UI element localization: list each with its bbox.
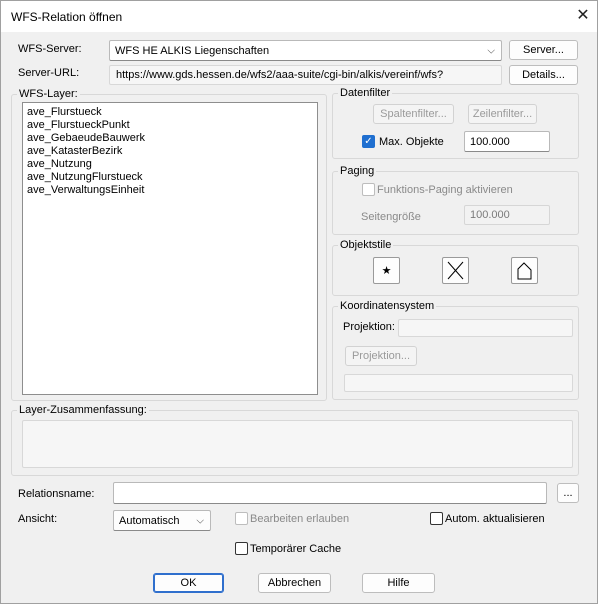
layer-zusammenfassung-label: Layer-Zusammenfassung: [17, 404, 149, 416]
hilfe-button[interactable]: Hilfe [362, 573, 435, 593]
projektion-field[interactable] [398, 319, 573, 337]
star-icon: ★ [381, 265, 392, 277]
wfs-server-value: WFS HE ALKIS Liegenschaften [115, 44, 270, 57]
list-item[interactable]: ave_Nutzung [27, 158, 92, 171]
list-item[interactable]: ave_GebaeudeBauwerk [27, 132, 145, 145]
seitengroesse-label: Seitengröße [361, 211, 421, 223]
spaltenfilter-button[interactable]: Spaltenfilter... [373, 104, 454, 124]
polygon-style-button[interactable] [511, 257, 538, 284]
projektion-detail-field[interactable] [344, 374, 573, 392]
ansicht-select[interactable]: Automatisch ⌵ [113, 510, 211, 531]
max-objekte-value: 100.000 [470, 135, 510, 148]
projektion-button[interactable]: Projektion... [345, 346, 417, 366]
autom-aktualisieren-label: Autom. aktualisieren [445, 513, 545, 525]
server-url-value: https://www.gds.hessen.de/wfs2/aaa-suite… [116, 69, 444, 81]
max-objekte-checkbox[interactable]: ✓ [362, 135, 375, 148]
funktions-paging-checkbox[interactable] [362, 183, 375, 196]
temporaerer-cache-checkbox[interactable] [235, 542, 248, 555]
seitengroesse-value: 100.000 [470, 209, 510, 221]
relationsname-input[interactable] [113, 482, 547, 504]
list-item[interactable]: ave_FlurstueckPunkt [27, 119, 130, 132]
line-style-button[interactable] [442, 257, 469, 284]
bearbeiten-checkbox[interactable] [235, 512, 248, 525]
wfs-server-select[interactable]: WFS HE ALKIS Liegenschaften ⌵ [109, 40, 502, 61]
house-icon [517, 262, 532, 280]
chevron-down-icon: ⌵ [196, 515, 204, 526]
ok-button[interactable]: OK [153, 573, 224, 593]
browse-button[interactable]: ... [557, 483, 579, 503]
bearbeiten-label: Bearbeiten erlauben [250, 513, 350, 525]
max-objekte-field[interactable]: 100.000 [464, 131, 550, 152]
window-title: WFS-Relation öffnen [11, 10, 123, 24]
koordinatensystem-title: Koordinatensystem [338, 300, 437, 312]
ansicht-value: Automatisch [119, 514, 180, 527]
wfs-layer-list[interactable]: ave_Flurstueck ave_FlurstueckPunkt ave_G… [22, 102, 318, 395]
list-item[interactable]: ave_KatasterBezirk [27, 145, 122, 158]
zeilenfilter-button[interactable]: Zeilenfilter... [468, 104, 537, 124]
relationsname-label: Relationsname: [18, 488, 95, 500]
point-style-button[interactable]: ★ [373, 257, 400, 284]
wfs-server-label: WFS-Server: [18, 43, 82, 55]
wfs-relation-dialog: WFS-Relation öffnen ✕ WFS-Server: WFS HE… [0, 0, 598, 604]
autom-aktualisieren-checkbox[interactable] [430, 512, 443, 525]
temporaerer-cache-label: Temporärer Cache [250, 543, 342, 555]
objektstile-title: Objektstile [338, 239, 394, 251]
seitengroesse-field[interactable]: 100.000 [464, 205, 550, 225]
layer-zusammenfassung-field[interactable] [22, 420, 573, 468]
datenfilter-title: Datenfilter [338, 87, 393, 99]
wfs-layer-label: WFS-Layer: [17, 88, 80, 100]
abbrechen-button[interactable]: Abbrechen [258, 573, 331, 593]
projektion-label: Projektion: [343, 321, 395, 333]
details-button[interactable]: Details... [509, 65, 578, 85]
chevron-down-icon: ⌵ [487, 45, 495, 56]
cross-icon [447, 261, 464, 280]
list-item[interactable]: ave_Flurstueck [27, 106, 102, 119]
list-item[interactable]: ave_VerwaltungsEinheit [27, 184, 144, 197]
server-button[interactable]: Server... [509, 40, 578, 60]
list-item[interactable]: ave_NutzungFlurstueck [27, 171, 143, 184]
paging-group [332, 171, 579, 235]
server-url-field[interactable]: https://www.gds.hessen.de/wfs2/aaa-suite… [109, 65, 502, 85]
funktions-paging-label: Funktions-Paging aktivieren [377, 184, 513, 196]
max-objekte-label: Max. Objekte [379, 136, 444, 148]
close-icon[interactable]: ✕ [571, 4, 595, 28]
paging-title: Paging [338, 165, 377, 177]
ansicht-label: Ansicht: [18, 513, 58, 525]
server-url-label: Server-URL: [18, 67, 80, 79]
checkmark-icon: ✓ [364, 136, 373, 147]
